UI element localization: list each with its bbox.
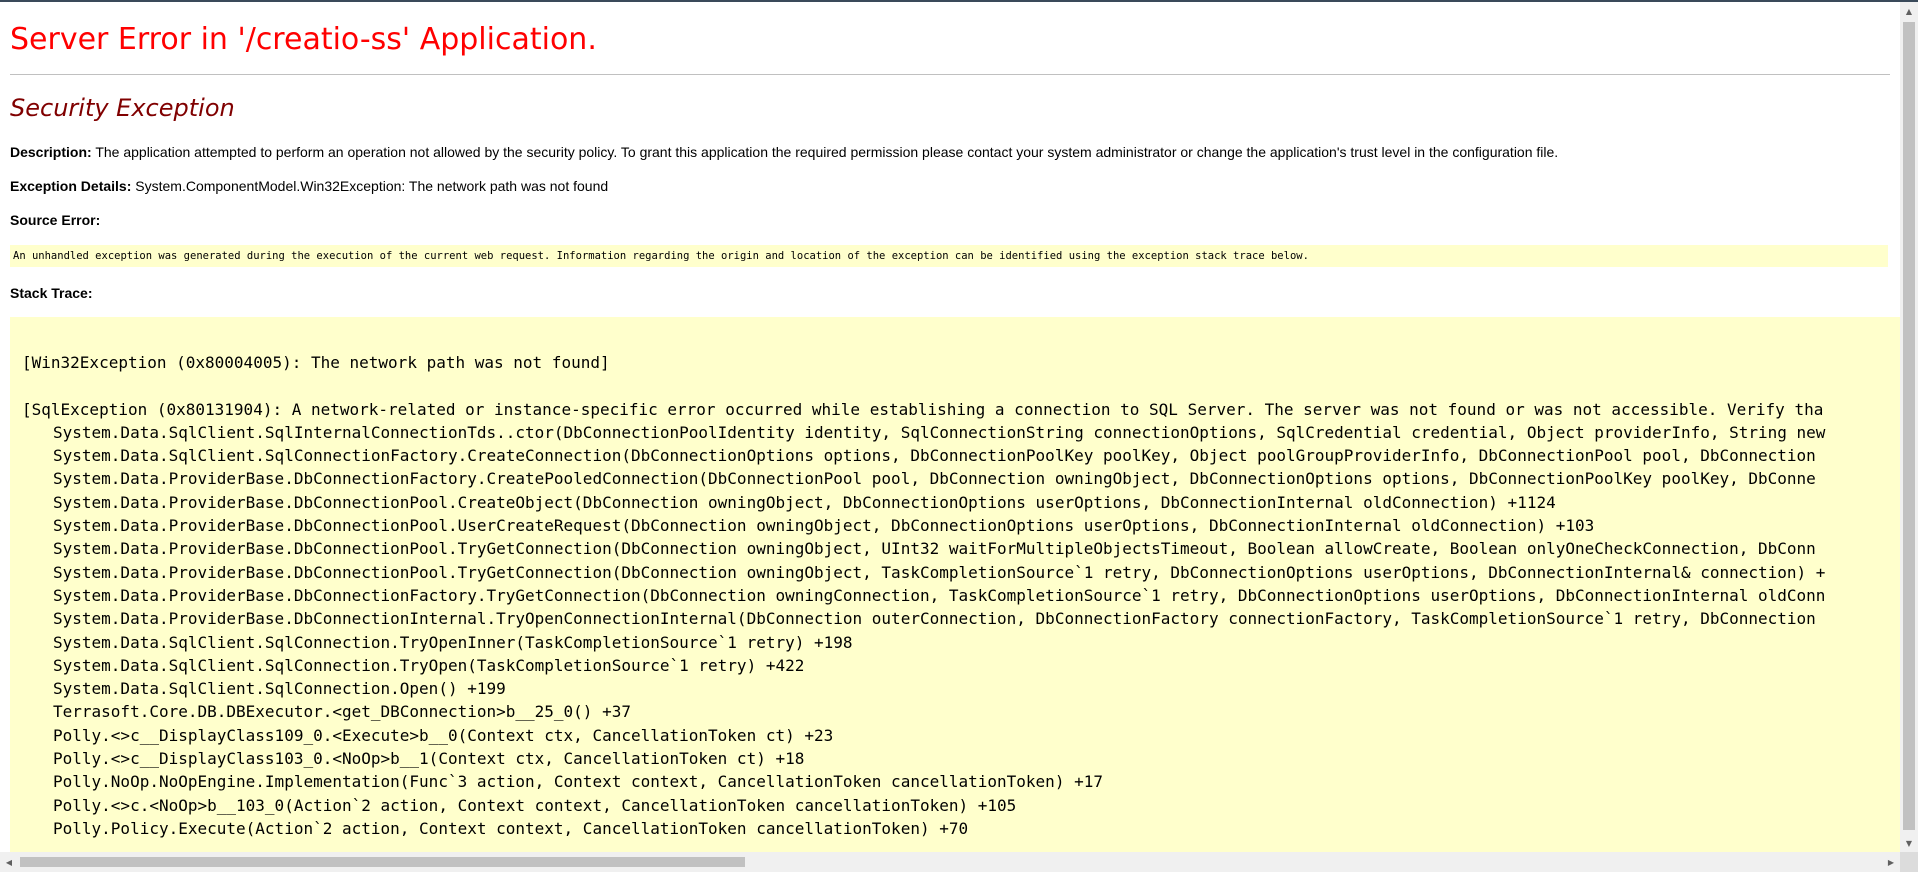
stack-trace-label: Stack Trace: — [10, 285, 93, 301]
stack-trace-line: System.Data.ProviderBase.DbConnectionInt… — [53, 609, 1816, 629]
stack-trace-line: System.Data.ProviderBase.DbConnectionPoo… — [53, 562, 1826, 582]
stack-trace-text: [Win32Exception (0x80004005): The networ… — [22, 351, 1825, 840]
stack-trace-line: Polly.<>c__DisplayClass103_0.<NoOp>b__1(… — [53, 749, 805, 769]
stack-trace-line: System.Data.ProviderBase.DbConnectionPoo… — [53, 516, 1595, 536]
source-error-label: Source Error: — [10, 212, 101, 228]
title-divider — [10, 74, 1890, 75]
source-error-box: An unhandled exception was generated dur… — [10, 245, 1888, 267]
stack-trace-line: System.Data.SqlClient.SqlConnection.TryO… — [53, 632, 853, 652]
stack-trace-line: Polly.<>c__DisplayClass109_0.<Execute>b_… — [53, 725, 834, 745]
exception-details-line: Exception Details: System.ComponentModel… — [10, 178, 608, 194]
stack-trace-line — [22, 374, 1825, 397]
stack-trace-line: System.Data.SqlClient.SqlConnectionFacto… — [53, 446, 1816, 466]
scroll-up-arrow-icon[interactable]: ▲ — [1900, 2, 1918, 20]
scroll-left-arrow-icon[interactable]: ◀ — [0, 852, 18, 872]
stack-trace-line: Polly.Policy.Execute(Action`2 action, Co… — [53, 818, 969, 838]
stack-trace-line: System.Data.ProviderBase.DbConnectionFac… — [53, 585, 1826, 605]
stack-trace-box: [Win32Exception (0x80004005): The networ… — [10, 317, 1900, 852]
exception-details-label: Exception Details: — [10, 178, 132, 194]
page-title: Server Error in '/creatio-ss' Applicatio… — [10, 22, 597, 57]
description-text: The application attempted to perform an … — [95, 144, 1559, 160]
stack-trace-line: Polly.<>c.<NoOp>b__103_0(Action`2 action… — [53, 795, 1017, 815]
stack-trace-line: System.Data.ProviderBase.DbConnectionFac… — [53, 469, 1816, 489]
description-label: Description: — [10, 144, 92, 160]
horizontal-scroll-thumb[interactable] — [20, 857, 745, 867]
stack-trace-line: System.Data.SqlClient.SqlConnection.TryO… — [53, 655, 805, 675]
scroll-down-arrow-icon[interactable]: ▼ — [1900, 834, 1918, 852]
stack-trace-line: System.Data.ProviderBase.DbConnectionPoo… — [53, 539, 1816, 559]
stack-trace-line: Polly.NoOp.NoOpEngine.Implementation(Fun… — [53, 772, 1103, 792]
page-viewport: Server Error in '/creatio-ss' Applicatio… — [0, 2, 1900, 852]
exception-details-text: System.ComponentModel.Win32Exception: Th… — [135, 178, 609, 194]
vertical-scrollbar[interactable]: ▲ ▼ — [1900, 2, 1918, 852]
exception-title: Security Exception — [10, 94, 235, 122]
scroll-right-arrow-icon[interactable]: ▶ — [1882, 852, 1900, 872]
stack-trace-line: [SqlException (0x80131904): A network-re… — [22, 399, 1824, 419]
vertical-scroll-thumb[interactable] — [1903, 22, 1915, 830]
stack-trace-line: System.Data.SqlClient.SqlConnection.Open… — [53, 679, 506, 699]
stack-trace-line: System.Data.SqlClient.SqlInternalConnect… — [53, 422, 1826, 442]
description-line: Description: The application attempted t… — [10, 144, 1558, 160]
stack-trace-line: Terrasoft.Core.DB.DBExecutor.<get_DBConn… — [53, 702, 631, 722]
horizontal-scrollbar[interactable]: ◀ ▶ — [0, 852, 1900, 872]
stack-trace-line: [Win32Exception (0x80004005): The networ… — [22, 353, 610, 372]
stack-trace-line: System.Data.ProviderBase.DbConnectionPoo… — [53, 492, 1556, 512]
scrollbar-corner — [1900, 852, 1918, 872]
